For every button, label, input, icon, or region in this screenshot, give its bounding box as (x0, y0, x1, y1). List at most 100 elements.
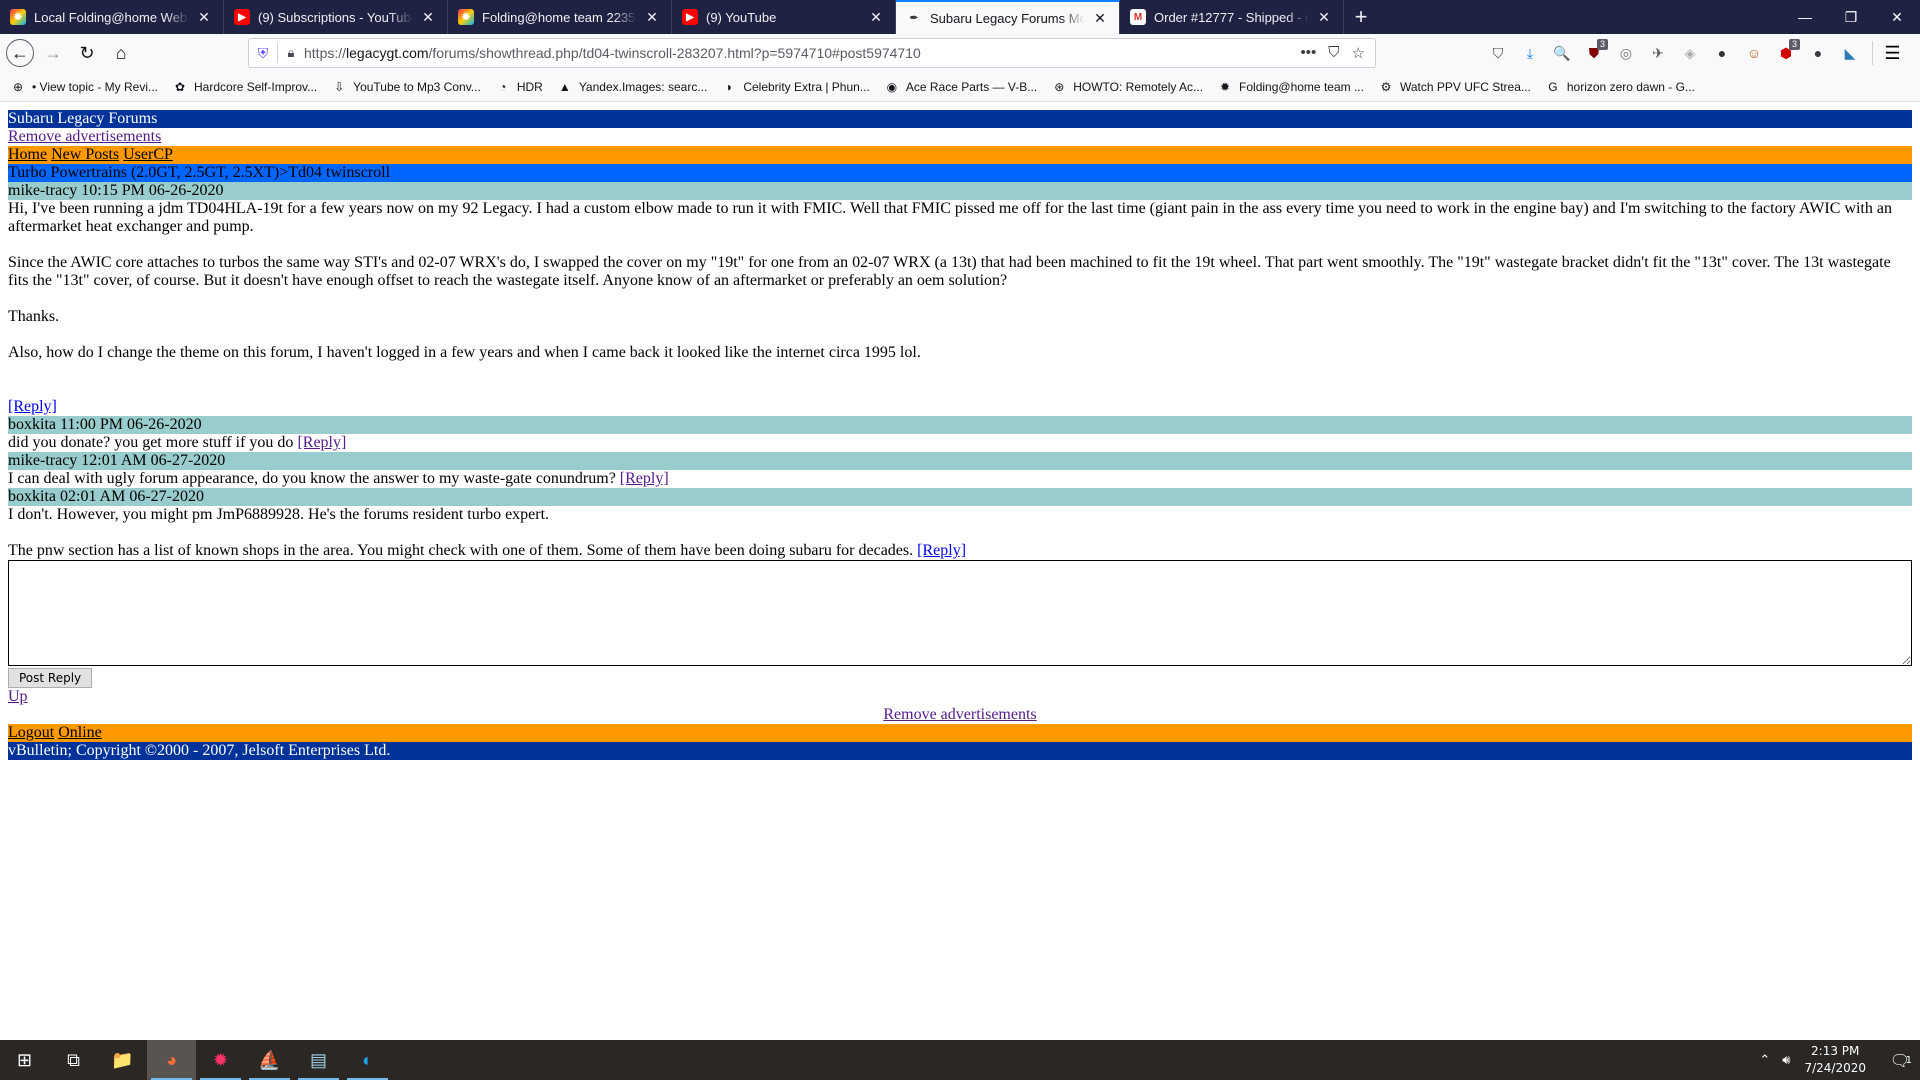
bookmark-star-icon[interactable]: ☆ (1352, 44, 1365, 62)
adblock-plus-icon[interactable]: ⬢ 3 (1770, 39, 1802, 65)
breadcrumb: Turbo Powertrains (2.0GT, 2.5GT, 2.5XT)>… (8, 164, 1912, 182)
downloads-icon[interactable]: ⤓ (1514, 41, 1546, 65)
up-link[interactable]: Up (8, 688, 28, 705)
tracking-protection-shield-icon[interactable]: ⛨ (249, 45, 277, 62)
reply-link[interactable]: [Reply] (297, 434, 346, 451)
bookmark-item[interactable]: ⊛ HOWTO: Remotely Ac... (1051, 79, 1203, 95)
reply-link[interactable]: [Reply] (917, 542, 966, 559)
bookmark-item[interactable]: ◔ HDR (495, 79, 543, 95)
back-button[interactable]: ← (6, 39, 34, 67)
tab-2[interactable]: ✹ Folding@home team 223518 st ✕ (448, 0, 672, 34)
home-button[interactable]: ⌂ (106, 38, 136, 68)
remove-advertisements-link[interactable]: Remove advertisements (8, 128, 161, 145)
bookmark-item[interactable]: ⇩ YouTube to Mp3 Conv... (331, 79, 481, 95)
post-text: I don't. However, you might pm JmP688992… (8, 506, 914, 559)
post-reply-button[interactable]: Post Reply (8, 668, 93, 688)
howto-icon: ⊛ (1054, 79, 1065, 94)
bookmark-label: horizon zero dawn - G... (1566, 79, 1695, 94)
extension-glyph: ◈ (1684, 44, 1696, 61)
bookmark-item[interactable]: ⊕ • View topic - My Revi... (10, 79, 158, 95)
post-text: did you donate? you get more stuff if yo… (8, 434, 298, 451)
breadcrumb-forum[interactable]: Turbo Powertrains (2.0GT, 2.5GT, 2.5XT) (8, 164, 279, 181)
close-tab-icon[interactable]: ✕ (643, 9, 661, 26)
tab-5[interactable]: M Order #12777 - Shipped - micha ✕ (1120, 0, 1344, 34)
firefox-icon: ◕ (166, 1049, 177, 1070)
nav-home-link[interactable]: Home (8, 146, 47, 163)
close-tab-icon[interactable]: ✕ (1091, 10, 1109, 27)
bookmark-label: Yandex.Images: searc... (578, 79, 708, 94)
bottom-remove-advertisements-link[interactable]: Remove advertisements (883, 706, 1036, 723)
target-icon[interactable]: ◈ (1674, 41, 1706, 65)
nav-usercp-link[interactable]: UserCP (123, 146, 173, 163)
search-extension-icon[interactable]: 🔍 (1546, 41, 1578, 65)
clock[interactable]: 2:13 PM 7/24/2020 (1804, 1043, 1866, 1077)
pocket-icon[interactable]: ⛉ (1328, 44, 1339, 62)
file-explorer-button[interactable]: 📁 (98, 1040, 147, 1080)
extension-glyph: 🔍 (1553, 44, 1571, 61)
ublock-origin-icon[interactable]: ⛊ 3 (1578, 39, 1610, 65)
forum-content: Subaru Legacy Forums Remove advertisemen… (8, 110, 1912, 760)
clock-time: 2:13 PM (1811, 1044, 1860, 1058)
tab-3[interactable]: ▶ (9) YouTube ✕ (672, 0, 896, 34)
bookmark-label: HOWTO: Remotely Ac... (1073, 79, 1204, 94)
edge-button[interactable]: ◐ (343, 1040, 392, 1080)
bookmark-item[interactable]: ✿ Hardcore Self-Improv... (172, 79, 317, 95)
balls-extension-icon[interactable]: ● (1706, 41, 1738, 65)
corsair-icue-button[interactable]: ⛵ (245, 1040, 294, 1080)
action-center-button[interactable]: 🗨︎ 1 (1880, 1051, 1920, 1070)
greasemonkey-icon[interactable]: ☺ (1738, 41, 1770, 65)
reply-link[interactable]: [Reply] (620, 470, 669, 487)
url-text[interactable]: https://legacygt.com/forums/showthread.p… (304, 45, 1301, 61)
hamburger-menu-icon[interactable]: ☰ (1872, 41, 1912, 65)
extension-glyph: ☺ (1746, 45, 1762, 61)
volume-icon[interactable]: 🔊︎ (1782, 1053, 1790, 1068)
show-hidden-icons-chevron-icon[interactable]: ⌃ (1759, 1053, 1770, 1068)
folding-at-home-button[interactable]: ✹ (196, 1040, 245, 1080)
bookmark-item[interactable]: ▲ Yandex.Images: searc... (557, 79, 708, 95)
close-tab-icon[interactable]: ✕ (419, 9, 437, 26)
extension-glyph: ● (1813, 45, 1823, 61)
firefox-button[interactable]: ◕ (147, 1040, 196, 1080)
close-window-button[interactable]: ✕ (1874, 0, 1920, 34)
breadcrumb-thread: Td04 twinscroll (288, 164, 391, 181)
save-to-pocket-icon[interactable]: ⛉ (1482, 41, 1514, 65)
bookmark-item[interactable]: ✹ Folding@home team ... (1217, 79, 1364, 95)
copyright-text: vBulletin; Copyright ©2000 - 2007, Jelso… (8, 742, 391, 759)
reload-button[interactable]: ↻ (72, 38, 102, 68)
tab-0[interactable]: ✹ Local Folding@home Web Con ✕ (0, 0, 224, 34)
lock-icon[interactable]: 🔒︎ (278, 45, 304, 61)
logout-link[interactable]: Logout (8, 724, 54, 741)
account-icon[interactable]: ● (1802, 41, 1834, 65)
gear-icon: ⚙ (1380, 79, 1392, 94)
tab-1[interactable]: ▶ (9) Subscriptions - YouTube ✕ (224, 0, 448, 34)
bookmark-item[interactable]: ⚙ Watch PPV UFC Strea... (1378, 79, 1531, 95)
reply-link[interactable]: [Reply] (8, 398, 57, 415)
tampermonkey-like-icon[interactable]: ✈ (1642, 41, 1674, 65)
close-tab-icon[interactable]: ✕ (195, 9, 213, 26)
online-link[interactable]: Online (58, 724, 102, 741)
bookmark-label: Celebrity Extra | Phun... (743, 79, 870, 94)
forward-button[interactable]: → (38, 38, 68, 68)
minimize-button[interactable]: — (1782, 0, 1828, 34)
tab-title: (9) YouTube (706, 9, 777, 25)
start-icon: ⊞ (16, 1049, 33, 1070)
bookmark-item[interactable]: ◉ Ace Race Parts — V-B... (884, 79, 1038, 95)
new-tab-button[interactable]: + (1344, 0, 1378, 34)
address-bar[interactable]: ⛨ 🔒︎ https://legacygt.com/forums/showthr… (248, 38, 1376, 68)
arrow-extension-icon[interactable]: ◣ (1834, 41, 1866, 65)
task-view-button[interactable]: ⧉ (49, 1040, 98, 1080)
navigation-toolbar: ← → ↻ ⌂ ⛨ 🔒︎ https://legacygt.com/forums… (0, 34, 1920, 72)
nav-new-posts-link[interactable]: New Posts (51, 146, 119, 163)
notepad-button[interactable]: ▤ (294, 1040, 343, 1080)
bookmark-item[interactable]: Ghorizon zero dawn - G... (1545, 79, 1695, 95)
tab-4[interactable]: ✒ Subaru Legacy Forums Mobile ✕ (896, 0, 1120, 34)
quick-reply-textarea[interactable] (8, 560, 1912, 666)
window-controls: — ❐ ✕ (1782, 0, 1920, 34)
start-button[interactable]: ⊞ (0, 1040, 49, 1080)
bookmark-item[interactable]: ◗ Celebrity Extra | Phun... (721, 79, 870, 95)
close-tab-icon[interactable]: ✕ (1315, 9, 1333, 26)
video-reel-icon[interactable]: ◎ (1610, 41, 1642, 65)
restore-button[interactable]: ❐ (1828, 0, 1874, 34)
page-actions-ellipsis-icon[interactable]: ••• (1301, 44, 1317, 62)
close-tab-icon[interactable]: ✕ (867, 9, 885, 26)
